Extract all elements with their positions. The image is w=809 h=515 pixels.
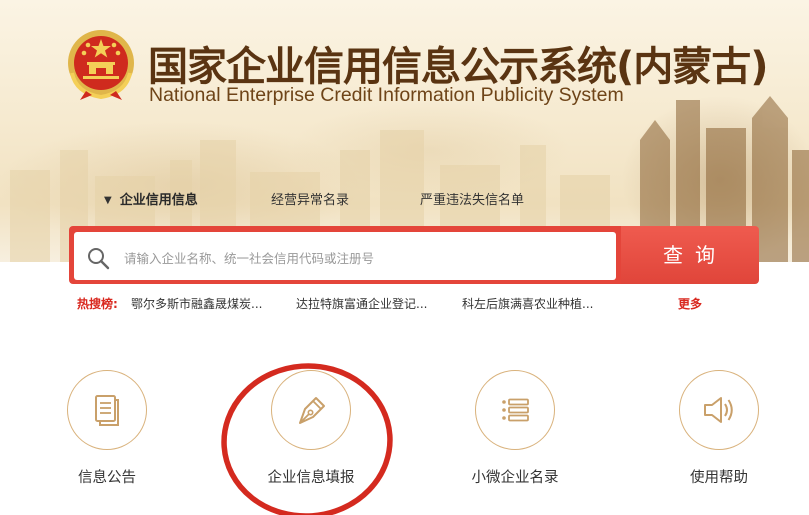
hot-search-item[interactable]: 鄂尔多斯市融鑫晟煤炭...	[131, 295, 262, 313]
hot-search-label: 热搜榜:	[77, 297, 118, 311]
search-icon	[88, 248, 110, 270]
system-subtitle: National Enterprise Credit Information P…	[149, 84, 624, 106]
hot-search-item[interactable]: 科左后旗满喜农业种植...	[462, 295, 593, 313]
tab-enterprise-credit[interactable]: ▼ 企业信用信息	[104, 191, 198, 211]
service-info-announcement[interactable]: 信息公告	[52, 370, 162, 487]
caret-down-icon: ▼	[104, 195, 112, 206]
hot-search-bar: 热搜榜: 鄂尔多斯市融鑫晟煤炭... 达拉特旗富通企业登记... 科左后旗满喜农…	[0, 295, 809, 315]
service-user-help[interactable]: 使用帮助	[664, 370, 774, 487]
tab-label: 企业信用信息	[119, 193, 198, 208]
document-icon	[95, 395, 119, 426]
search-tabs: ▼ 企业信用信息 经营异常名录 严重违法失信名单	[0, 191, 809, 213]
service-ring	[475, 370, 555, 450]
service-ring	[67, 370, 147, 450]
search-input[interactable]	[124, 247, 604, 269]
tab-abnormal-operations[interactable]: 经营异常名录	[271, 191, 349, 211]
service-ring	[679, 370, 759, 450]
service-micro-enterprise-directory[interactable]: 小微企业名录	[460, 370, 570, 487]
service-label: 信息公告	[78, 470, 136, 486]
hot-search-item[interactable]: 达拉特旗富通企业登记...	[296, 295, 427, 313]
national-emblem	[68, 30, 134, 100]
search-button[interactable]: 查询	[621, 226, 759, 284]
service-label: 使用帮助	[690, 470, 748, 486]
tab-serious-violations[interactable]: 严重违法失信名单	[420, 191, 524, 211]
tab-label: 经营异常名录	[271, 193, 350, 208]
speaker-icon	[704, 397, 733, 423]
more-link[interactable]: 更多	[678, 295, 702, 313]
list-icon	[502, 398, 529, 422]
tab-label: 严重违法失信名单	[420, 193, 525, 208]
highlight-annotation-circle	[221, 363, 393, 515]
service-label: 小微企业名录	[471, 470, 559, 486]
